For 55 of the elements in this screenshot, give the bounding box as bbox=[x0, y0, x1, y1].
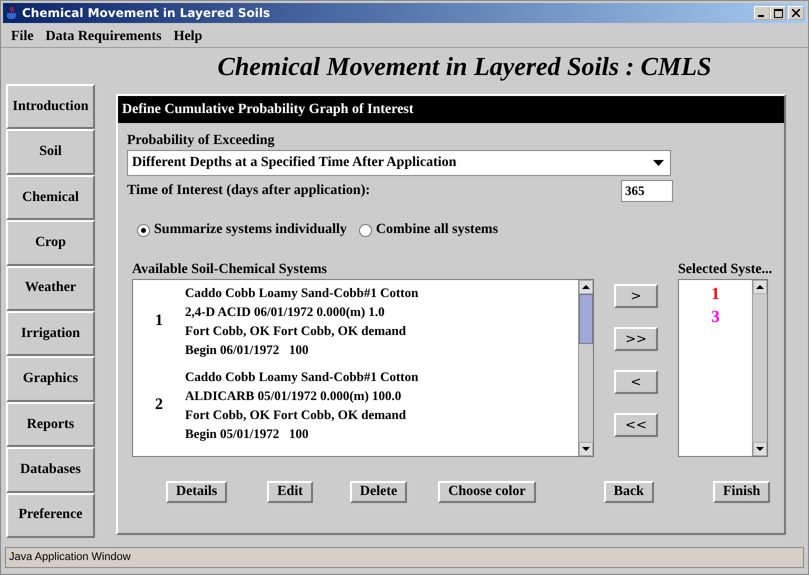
sidebar-item[interactable]: Reports bbox=[6, 402, 95, 448]
scroll-down-icon[interactable] bbox=[753, 442, 767, 456]
action-button[interactable]: Edit bbox=[267, 481, 313, 503]
sidebar-item[interactable]: Weather bbox=[6, 266, 95, 312]
list-item[interactable]: 2 Caddo Cobb Loamy Sand-Cobb#1 Cotton ALDICARB 05/01/1972 0.000(m) 100.0 Fort Cobb, OK Fort Cobb, OK demand Begin 05/01/1972 100 bbox=[133, 364, 578, 448]
list-box[interactable]: 1 3 bbox=[678, 279, 768, 457]
radio-option[interactable]: Summarize systems individually bbox=[137, 221, 347, 239]
action-button[interactable]: Finish bbox=[712, 481, 770, 503]
move-button[interactable]: >> bbox=[614, 327, 658, 351]
radio-button[interactable] bbox=[358, 224, 372, 236]
sidebar-item[interactable]: Chemical bbox=[6, 174, 95, 220]
list-box[interactable] bbox=[132, 279, 594, 457]
list-item[interactable]: 1 Caddo Cobb Loamy Sand-Cobb#1 Cotton 2,4-D ACID 06/01/1972 0.000(m) 1.0 Fort Cobb, OK Fort Cobb, OK demand Begin 06/01/1972 100 bbox=[133, 280, 578, 364]
scroll-down-icon[interactable] bbox=[579, 442, 593, 456]
status-bar: Java Application Window bbox=[5, 547, 804, 568]
move-button[interactable]: < bbox=[614, 370, 658, 394]
menu-item[interactable]: Help bbox=[174, 29, 202, 45]
move-button[interactable]: << bbox=[614, 413, 658, 437]
radio-button[interactable] bbox=[137, 224, 150, 236]
action-button[interactable]: Delete bbox=[350, 481, 408, 503]
radio-option[interactable]: Combine all systems bbox=[358, 221, 498, 239]
menu-item[interactable]: Data Requirements bbox=[46, 29, 162, 45]
time-input-field[interactable]: 365 bbox=[621, 180, 673, 202]
scrollbar[interactable] bbox=[752, 280, 767, 456]
scroll-up-icon[interactable] bbox=[753, 280, 767, 294]
field-label: Probability of Exceeding bbox=[127, 133, 276, 149]
move-button[interactable]: > bbox=[614, 284, 658, 308]
menu-item[interactable]: File bbox=[11, 29, 34, 45]
coffee-cup-icon bbox=[5, 6, 19, 20]
panel-title: Define Cumulative Probability Graph of Interest bbox=[118, 96, 784, 123]
sidebar-item[interactable]: Preference bbox=[6, 492, 95, 538]
sidebar-item[interactable]: Introduction bbox=[6, 84, 95, 130]
close-icon bbox=[792, 9, 800, 17]
action-button[interactable]: Choose color bbox=[438, 481, 536, 503]
sidebar-item[interactable]: Graphics bbox=[6, 356, 95, 402]
sidebar-item[interactable]: Databases bbox=[6, 447, 95, 493]
sidebar-item[interactable]: Soil bbox=[6, 129, 95, 175]
field-label: Time of Interest (days after application): bbox=[127, 183, 370, 199]
list-label: Available Soil-Chemical Systems bbox=[132, 262, 328, 278]
close-button[interactable] bbox=[788, 6, 804, 20]
action-button[interactable]: Details bbox=[166, 481, 228, 503]
scroll-thumb[interactable] bbox=[579, 294, 593, 344]
caret-icon bbox=[653, 160, 664, 166]
maximize-button[interactable] bbox=[770, 6, 786, 20]
minimize-button[interactable] bbox=[754, 6, 770, 20]
list-item[interactable]: 1 bbox=[711, 282, 720, 305]
action-button[interactable]: Back bbox=[604, 481, 654, 503]
probability-dropdown[interactable]: Different Depths at a Specified Time After Application bbox=[127, 150, 671, 176]
sidebar-item[interactable]: Irrigation bbox=[6, 311, 95, 356]
scrollbar[interactable] bbox=[578, 280, 593, 456]
scroll-up-icon[interactable] bbox=[579, 280, 593, 294]
maximize-icon bbox=[774, 8, 782, 18]
window-title: Chemical Movement in Layered Soils bbox=[22, 6, 272, 20]
sidebar-item[interactable]: Crop bbox=[6, 220, 95, 266]
app-heading: Chemical Movement in Layered Soils : CMLS bbox=[216, 51, 712, 82]
